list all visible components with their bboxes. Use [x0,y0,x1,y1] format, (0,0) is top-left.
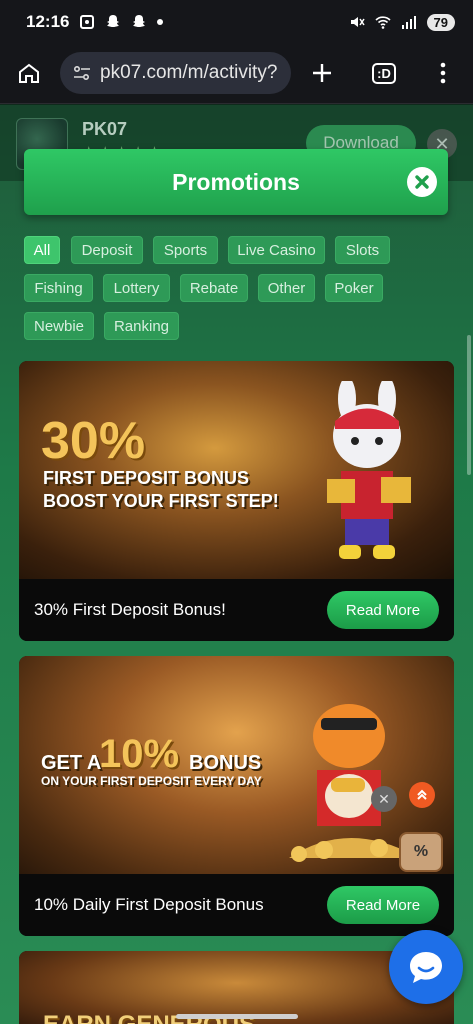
chat-bubble-icon [410,952,442,983]
read-more-button[interactable]: Read More [327,886,439,924]
promo-post-text: BONUS [189,752,262,774]
scrollbar[interactable] [467,335,471,475]
discount-float-widget[interactable]: % [399,832,443,872]
url-text: pk07.com/m/activity? [100,62,278,83]
promo-card-title: 30% First Deposit Bonus! [34,600,226,619]
filter-chip-slots[interactable]: Slots [335,236,390,264]
filter-chip-live-casino[interactable]: Live Casino [228,236,325,264]
promo-subheadline: ON YOUR FIRST DEPOSIT EVERY DAY [41,774,262,788]
browser-toolbar: pk07.com/m/activity? :D [0,44,473,104]
filter-chip-deposit[interactable]: Deposit [71,236,143,264]
close-icon: ✕ [378,790,390,807]
signal-icon [401,16,416,29]
double-chevron-up-icon [417,789,427,800]
tab-count: :D [372,62,396,84]
new-tab-button[interactable] [305,56,339,90]
home-button[interactable] [12,56,46,90]
promo-headline: FIRST DEPOSIT BONUS [43,468,250,488]
wifi-icon [374,16,391,29]
filter-chip-other[interactable]: Other [258,274,315,302]
promo-card[interactable]: GET A 10% BONUS ON YOUR FIRST DEPOSIT EV… [19,656,454,936]
notification-dot-icon [157,19,164,25]
filter-chip-all[interactable]: All [24,236,60,264]
browser-menu-button[interactable] [426,56,460,90]
promo-subheadline: BOOST YOUR FIRST STEP! [43,491,279,511]
rabbit-mascot-icon [327,381,411,559]
gesture-home-indicator [176,1014,298,1019]
snapchat-icon [107,15,120,27]
screenshot-icon [80,15,95,29]
promo-pre-text: GET A [41,752,102,774]
promo-card-title: 10% Daily First Deposit Bonus [34,895,264,914]
tab-switcher-button[interactable]: :D [367,56,401,90]
page-title: Promotions [172,168,300,195]
promo-card[interactable]: 30% FIRST DEPOSIT BONUS BOOST YOUR FIRST… [19,361,454,641]
status-time: 12:16 [26,12,70,31]
mute-icon [350,17,365,27]
close-icon [415,175,429,189]
promo-banner-image: 30% FIRST DEPOSIT BONUS BOOST YOUR FIRST… [19,361,454,579]
promo-percent: 30% [41,412,146,470]
percent-icon: % [413,843,429,860]
more-vertical-icon [440,62,446,84]
filter-chip-poker[interactable]: Poker [325,274,383,302]
address-bar[interactable]: pk07.com/m/activity? [60,52,291,94]
filter-chip-lottery[interactable]: Lottery [103,274,170,302]
dismiss-float-button[interactable]: ✕ [371,786,397,812]
page-content: PK07 ★★★★★ Download ✕ Promotions All Dep… [0,105,473,1024]
promotions-header: Promotions [24,149,448,215]
app-name: PK07 [82,119,128,139]
live-chat-button[interactable] [389,930,463,1004]
status-bar: 12:16 79 [0,0,473,44]
promo-card-footer: 10% Daily First Deposit Bonus Read More [19,874,454,936]
promo-percent: 10% [99,732,180,776]
filter-chip-sports[interactable]: Sports [153,236,218,264]
filter-chip-newbie[interactable]: Newbie [24,312,94,340]
filter-chip-rebate[interactable]: Rebate [180,274,248,302]
promo-card-footer: 30% First Deposit Bonus! Read More [19,579,454,641]
battery-indicator: 79 [426,13,455,31]
filter-chip-fishing[interactable]: Fishing [24,274,93,302]
plus-icon [313,64,331,82]
close-promotions-button[interactable] [407,167,437,197]
snapchat-icon-2 [133,15,146,27]
site-settings-icon [73,65,90,81]
home-icon [19,63,39,83]
read-more-button[interactable]: Read More [327,591,439,629]
promo-banner-image: GET A 10% BONUS ON YOUR FIRST DEPOSIT EV… [19,656,454,874]
scroll-top-button[interactable] [409,782,435,808]
filter-chip-ranking[interactable]: Ranking [104,312,179,340]
